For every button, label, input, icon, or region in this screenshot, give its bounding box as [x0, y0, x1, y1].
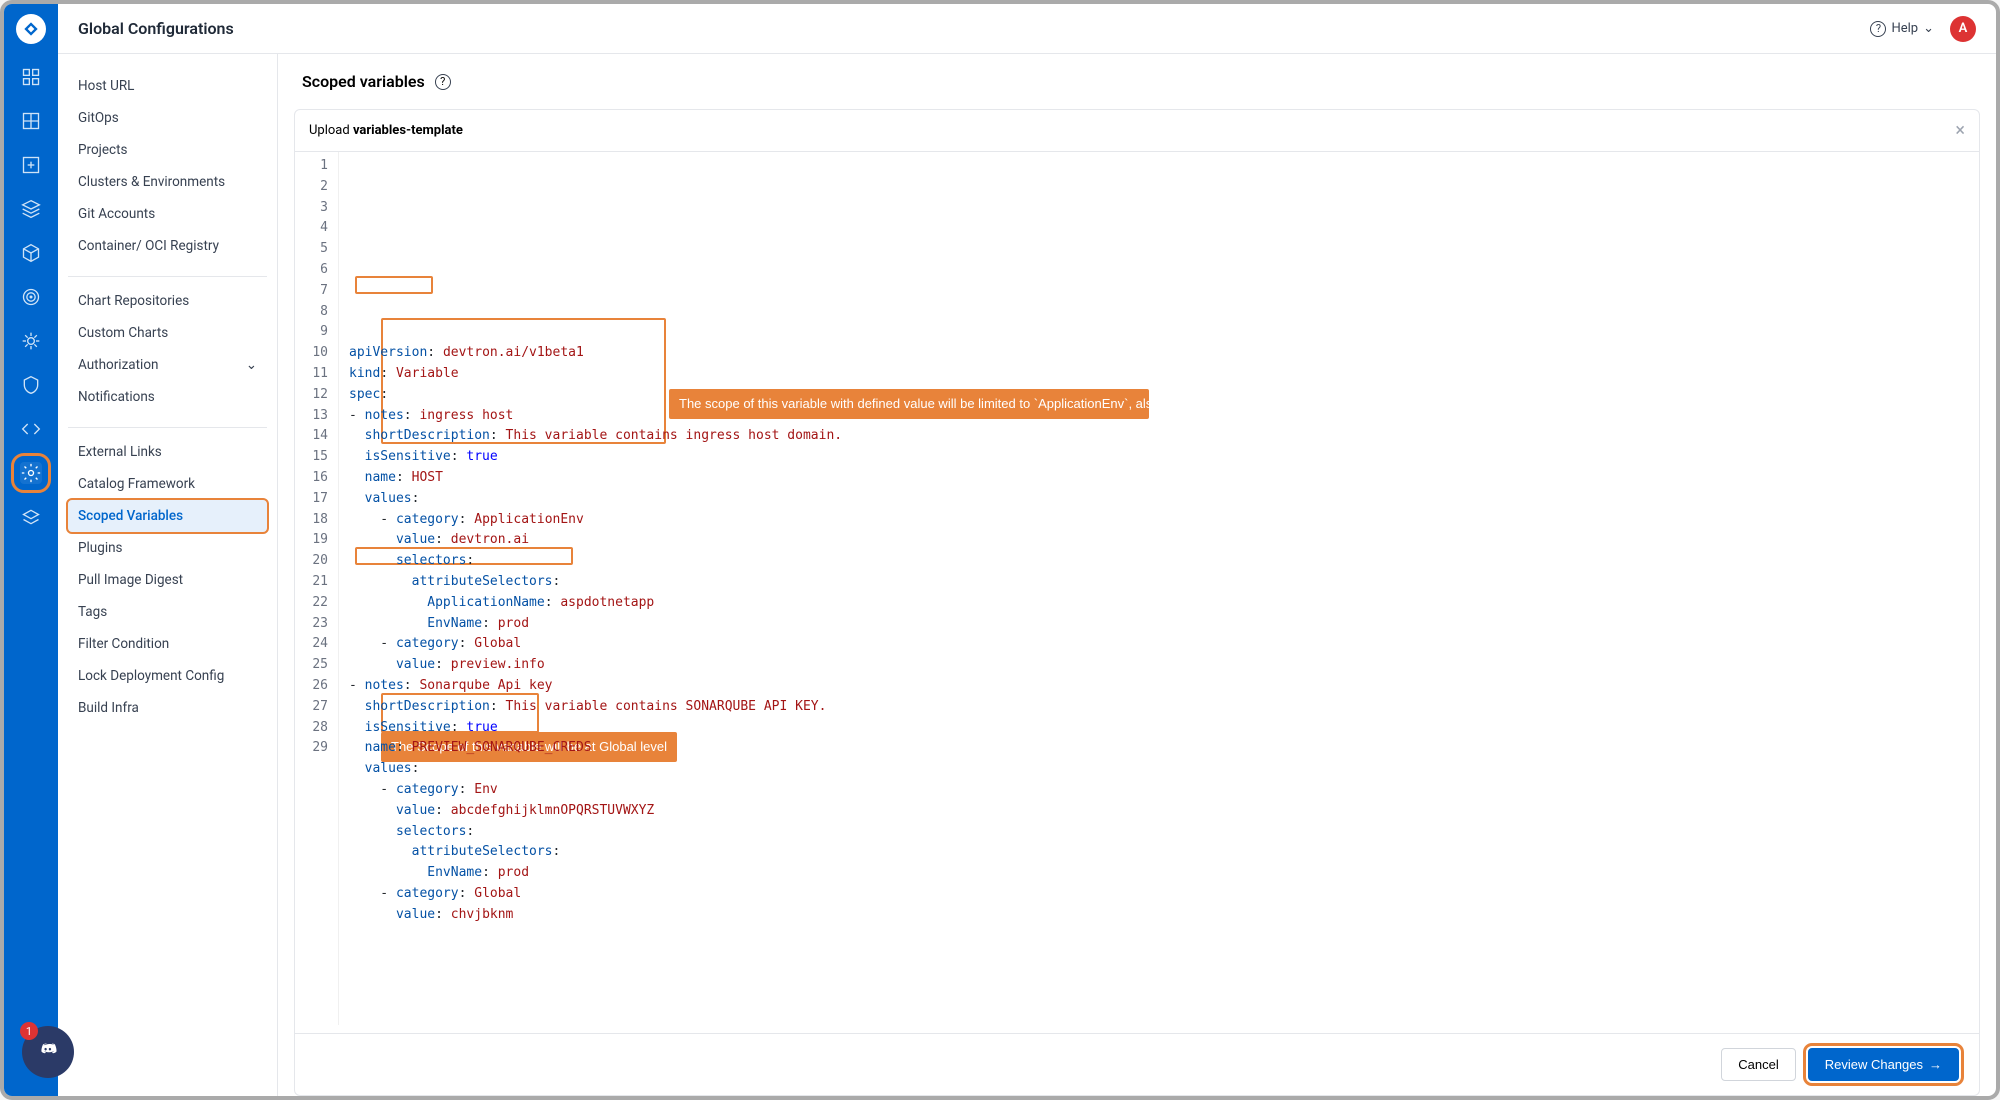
- sidebar-item-catalog-framework[interactable]: Catalog Framework: [68, 468, 267, 500]
- avatar[interactable]: A: [1950, 16, 1976, 42]
- sidebar-item-custom-charts[interactable]: Custom Charts: [68, 317, 267, 349]
- sidebar-item-tags[interactable]: Tags: [68, 596, 267, 628]
- sidebar-item-plugins[interactable]: Plugins: [68, 532, 267, 564]
- code-line: name: PREVIEW_SONARQUBE_CREDS: [349, 738, 842, 759]
- code-line: - notes: ingress host: [349, 406, 842, 427]
- shield-icon[interactable]: [20, 374, 42, 396]
- content-heading: Scoped variables: [302, 72, 425, 91]
- code-line: value: abcdefghijklmnOPQRSTUVWXYZ: [349, 801, 842, 822]
- code-line: apiVersion: devtron.ai/v1beta1: [349, 343, 842, 364]
- sidebar: Host URLGitOpsProjectsClusters & Environ…: [58, 54, 278, 1096]
- chevron-down-icon: ⌄: [1923, 21, 1934, 36]
- review-changes-button[interactable]: Review Changes →: [1808, 1048, 1959, 1081]
- app-logo[interactable]: [16, 14, 46, 44]
- sidebar-item-git-accounts[interactable]: Git Accounts: [68, 198, 267, 230]
- sidebar-item-scoped-variables[interactable]: Scoped Variables: [68, 500, 267, 532]
- icon-rail: 1: [4, 4, 58, 1096]
- code-line: shortDescription: This variable contains…: [349, 697, 842, 718]
- code-line: EnvName: prod: [349, 863, 842, 884]
- sidebar-item-gitops[interactable]: GitOps: [68, 102, 267, 134]
- close-icon[interactable]: ×: [1955, 120, 1965, 141]
- code-line: attributeSelectors:: [349, 842, 842, 863]
- sidebar-item-host-url[interactable]: Host URL: [68, 70, 267, 102]
- topbar: Global Configurations ? Help ⌄ A: [58, 4, 1996, 54]
- chevron-down-icon: ⌄: [246, 357, 257, 373]
- code-line: ApplicationName: aspdotnetapp: [349, 593, 842, 614]
- code-line: isSensitive: true: [349, 447, 842, 468]
- sidebar-item-pull-image-digest[interactable]: Pull Image Digest: [68, 564, 267, 596]
- help-icon: ?: [1870, 21, 1886, 37]
- code-line: EnvName: prod: [349, 614, 842, 635]
- code-line: kind: Variable: [349, 364, 842, 385]
- sidebar-item-container-oci-registry[interactable]: Container/ OCI Registry: [68, 230, 267, 262]
- code-line: shortDescription: This variable contains…: [349, 426, 842, 447]
- code-line: values:: [349, 759, 842, 780]
- code-icon[interactable]: [20, 418, 42, 440]
- code-line: value: devtron.ai: [349, 530, 842, 551]
- highlight-name-host: [355, 276, 433, 294]
- sidebar-item-chart-repositories[interactable]: Chart Repositories: [68, 285, 267, 317]
- plus-square-icon[interactable]: [20, 154, 42, 176]
- code-line: selectors:: [349, 551, 842, 572]
- sidebar-divider: [68, 276, 267, 277]
- cancel-button[interactable]: Cancel: [1721, 1048, 1795, 1081]
- code-line: name: HOST: [349, 468, 842, 489]
- target-icon[interactable]: [20, 286, 42, 308]
- helm-icon[interactable]: [20, 330, 42, 352]
- cube-icon[interactable]: [20, 242, 42, 264]
- code-line: selectors:: [349, 822, 842, 843]
- sidebar-divider: [68, 427, 267, 428]
- apps-icon[interactable]: [20, 66, 42, 88]
- page-title: Global Configurations: [78, 19, 234, 38]
- sidebar-item-build-infra[interactable]: Build Infra: [68, 692, 267, 724]
- stack-icon[interactable]: [20, 506, 42, 528]
- sidebar-item-projects[interactable]: Projects: [68, 134, 267, 166]
- editor-footer: Cancel Review Changes →: [295, 1033, 1979, 1095]
- code-line: - category: Global: [349, 884, 842, 905]
- code-line: values:: [349, 489, 842, 510]
- notification-count: 1: [20, 1022, 38, 1040]
- sidebar-item-authorization[interactable]: Authorization⌄: [68, 349, 267, 381]
- code-line: attributeSelectors:: [349, 572, 842, 593]
- gear-icon[interactable]: [20, 462, 42, 484]
- code-line: spec:: [349, 385, 842, 406]
- code-editor[interactable]: 1234567891011121314151617181920212223242…: [295, 152, 1979, 1025]
- editor-panel: Upload variables-template × 123456789101…: [294, 109, 1980, 1096]
- discord-badge[interactable]: 1: [22, 1026, 74, 1078]
- sidebar-item-filter-condition[interactable]: Filter Condition: [68, 628, 267, 660]
- code-line: - notes: Sonarqube Api key: [349, 676, 842, 697]
- code-line: - category: ApplicationEnv: [349, 510, 842, 531]
- upload-title: Upload variables-template: [309, 123, 463, 138]
- code-line: isSensitive: true: [349, 718, 842, 739]
- sidebar-item-clusters-environments[interactable]: Clusters & Environments: [68, 166, 267, 198]
- help-button[interactable]: ? Help ⌄: [1870, 21, 1934, 37]
- code-line: value: preview.info: [349, 655, 842, 676]
- code-line: value: chvjbknm: [349, 905, 842, 926]
- layers-icon[interactable]: [20, 198, 42, 220]
- info-icon[interactable]: ?: [435, 74, 451, 90]
- code-line: [349, 925, 842, 946]
- sidebar-item-notifications[interactable]: Notifications: [68, 381, 267, 413]
- sidebar-item-external-links[interactable]: External Links: [68, 436, 267, 468]
- sidebar-item-lock-deployment-config[interactable]: Lock Deployment Config: [68, 660, 267, 692]
- arrow-right-icon: →: [1929, 1057, 1942, 1072]
- help-label: Help: [1891, 21, 1918, 36]
- code-line: - category: Env: [349, 780, 842, 801]
- code-line: - category: Global: [349, 634, 842, 655]
- grid-icon[interactable]: [20, 110, 42, 132]
